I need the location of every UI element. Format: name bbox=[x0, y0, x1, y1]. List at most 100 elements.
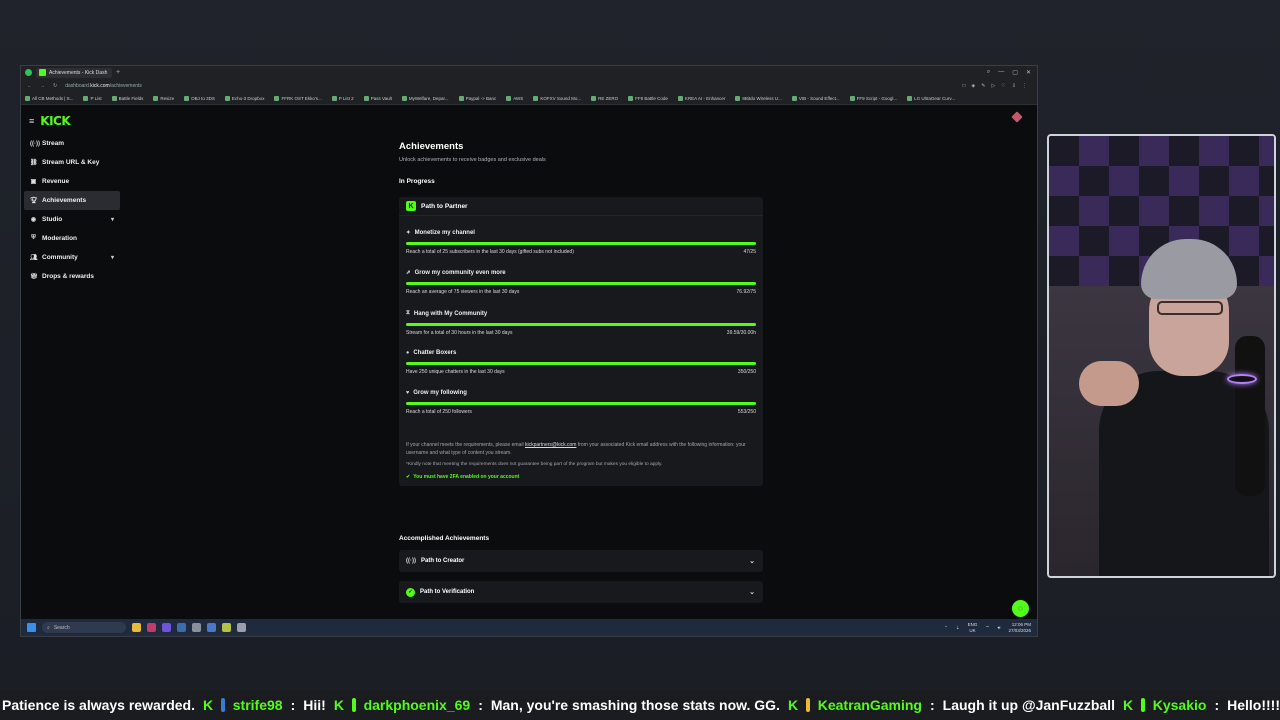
bookmark-item[interactable]: RE ZERO bbox=[591, 96, 618, 101]
chat-username[interactable]: strife98 bbox=[233, 697, 283, 713]
url-field[interactable]: dashboard.kick.com/achievements bbox=[65, 83, 142, 89]
download-icon[interactable]: ⇩ bbox=[1012, 83, 1016, 89]
bookmark-item[interactable]: VIB - Sound Effect... bbox=[791, 96, 840, 101]
kick-logo[interactable]: KICK bbox=[40, 114, 70, 128]
bookmark-item[interactable]: Resize bbox=[153, 96, 174, 101]
volume-icon[interactable]: 🔊︎ bbox=[998, 625, 1001, 630]
partner-email-link[interactable]: kickpartners@kick.com bbox=[525, 442, 576, 448]
hamburger-menu-icon[interactable]: ≡ bbox=[29, 116, 34, 126]
bookmark-item[interactable]: P List 2 bbox=[331, 96, 354, 101]
bookmark-item[interactable]: Paypal -> Banc bbox=[458, 96, 496, 101]
browser-window: Achievements - Kick Dash + ⌕ — ▢ ✕ ← → ↻… bbox=[20, 65, 1038, 637]
obs-icon[interactable] bbox=[192, 623, 201, 632]
bookmark-star-icon[interactable]: ♡ bbox=[1001, 83, 1005, 89]
bookmark-item[interactable]: FFRK OST Ekko's... bbox=[274, 96, 322, 101]
reload-icon[interactable]: ↻ bbox=[53, 83, 57, 89]
settings-icon[interactable] bbox=[237, 623, 246, 632]
path-to-creator-accordion[interactable]: ((·)) Path to Creator ⌄ bbox=[399, 550, 763, 572]
bookmark-favicon-icon bbox=[153, 96, 159, 101]
bookmark-item[interactable]: P List bbox=[83, 96, 102, 101]
menu-icon[interactable]: ⋮ bbox=[1022, 83, 1027, 89]
sidebar-item-studio[interactable]: ◉ Studio ▾ bbox=[24, 210, 120, 229]
checkmark-icon: ✔ bbox=[406, 474, 411, 480]
chevron-up-icon[interactable]: ⌃ bbox=[944, 625, 948, 631]
sidebar-item-drops-rewards[interactable]: 🎁︎ Drops & rewards bbox=[24, 267, 120, 286]
kick-separator-icon: K bbox=[333, 697, 344, 713]
tab-achievements[interactable]: Achievements - Kick Dash bbox=[36, 67, 112, 78]
system-tray: ⌃ ⇣ ENG UK ⌔ 🔊︎ 12:06 PM 27/03/2026 bbox=[944, 622, 1037, 633]
address-bar: ← → ↻ dashboard.kick.com/achievements □ … bbox=[21, 79, 1037, 93]
sidebar-item-stream-url-key[interactable]: ⛓ Stream URL & Key bbox=[24, 153, 120, 172]
bookmark-item[interactable]: OBJ to 3DS bbox=[184, 96, 215, 101]
taskbar-search[interactable]: ⌕ Search bbox=[42, 622, 126, 633]
extension-icon[interactable]: □ bbox=[962, 83, 965, 89]
bookmark-item[interactable]: LG UltraGear Curv... bbox=[907, 96, 955, 101]
bookmark-item[interactable]: MyWelfare, Depar... bbox=[401, 96, 449, 101]
extension-icon[interactable]: ▷ bbox=[991, 83, 995, 89]
tab-strip: Achievements - Kick Dash + ⌕ — ▢ ✕ bbox=[21, 66, 1037, 79]
partner-disclaimer: *Kindly note that meeting the requiremen… bbox=[406, 462, 663, 467]
kick-separator-icon: K bbox=[203, 697, 214, 713]
notepad-icon[interactable] bbox=[222, 623, 231, 632]
help-chat-button[interactable]: ◌ bbox=[1012, 600, 1029, 617]
bookmark-favicon-icon bbox=[591, 96, 597, 101]
trophy-icon: 🏆︎ bbox=[30, 198, 38, 204]
bookmark-item[interactable]: KOFXV Sound Mo... bbox=[533, 96, 581, 101]
wallet-icon: ▣ bbox=[30, 179, 37, 185]
close-icon[interactable]: ✕ bbox=[1026, 69, 1031, 76]
bookmark-favicon-icon bbox=[628, 96, 634, 101]
bookmark-favicon-icon bbox=[111, 96, 117, 101]
app-icon[interactable] bbox=[147, 623, 156, 632]
bookmark-item[interactable]: FF9 Script - Googl... bbox=[849, 96, 897, 101]
network-icon[interactable]: ⌔ bbox=[985, 625, 989, 631]
path-to-verification-accordion[interactable]: ✓ Path to Verification ⌄ bbox=[399, 581, 763, 603]
bookmark-item[interactable]: KREA AI - Enhancer bbox=[677, 96, 725, 101]
kick-k-icon: K bbox=[406, 201, 416, 211]
user-avatar[interactable] bbox=[1011, 111, 1023, 123]
app-icon[interactable] bbox=[207, 623, 216, 632]
back-icon[interactable]: ← bbox=[27, 83, 32, 89]
taskbar-clock[interactable]: 12:06 PM 27/03/2026 bbox=[1008, 622, 1031, 633]
discord-icon[interactable] bbox=[162, 623, 171, 632]
sidebar-item-stream[interactable]: ((·)) Stream bbox=[24, 134, 120, 153]
chat-bubble-icon: ● bbox=[406, 350, 410, 356]
bookmark-item[interactable]: 8Bitdo Wireless U... bbox=[735, 96, 782, 101]
minimize-icon[interactable]: — bbox=[998, 69, 1004, 76]
sidebar-item-moderation[interactable]: ⛨ Moderation bbox=[24, 229, 120, 248]
shield-icon: ⛨ bbox=[31, 235, 36, 241]
extension-icon[interactable]: ◈ bbox=[971, 83, 975, 89]
usb-icon[interactable]: ⇣ bbox=[956, 625, 960, 631]
bookmark-item[interactable]: FF8 Battle Code bbox=[628, 96, 668, 101]
forward-icon[interactable]: → bbox=[40, 83, 45, 89]
bookmark-favicon-icon bbox=[224, 96, 230, 101]
chat-username[interactable]: Kysakio bbox=[1153, 697, 1207, 713]
bookmark-item[interactable]: Pass Vault bbox=[363, 96, 392, 101]
bookmark-favicon-icon bbox=[184, 96, 190, 101]
new-tab-icon[interactable]: + bbox=[116, 69, 120, 76]
chat-username[interactable]: KeatranGaming bbox=[818, 697, 922, 713]
sidebar-item-community[interactable]: 👥︎ Community ▾ bbox=[24, 248, 120, 267]
windows-start-icon[interactable] bbox=[27, 623, 36, 632]
chat-badge-icon bbox=[1141, 698, 1145, 712]
extension-icon[interactable]: ✎ bbox=[981, 83, 985, 89]
bookmark-favicon-icon bbox=[458, 96, 464, 101]
chat-username[interactable]: darkphoenix_69 bbox=[364, 697, 471, 713]
chat-colon: : bbox=[478, 697, 483, 713]
language-indicator[interactable]: ENG UK bbox=[968, 622, 978, 633]
bookmark-item[interactable]: Battle Fields bbox=[111, 96, 143, 101]
path-to-partner-header: K Path to Partner bbox=[399, 197, 763, 216]
sidebar-item-achievements[interactable]: 🏆︎ Achievements bbox=[24, 191, 120, 210]
header-logo: ≡ KICK bbox=[29, 114, 71, 128]
bookmark-item[interactable]: All CB Methods | S... bbox=[25, 96, 73, 101]
steam-icon[interactable] bbox=[177, 623, 186, 632]
broadcast-icon: ((·)) bbox=[30, 140, 40, 147]
bookmark-item[interactable]: Echo-3 Dropbox bbox=[224, 96, 264, 101]
maximize-icon[interactable]: ▢ bbox=[1012, 69, 1018, 76]
progress-bar bbox=[406, 242, 756, 245]
chat-message: Patience is always rewarded. bbox=[2, 697, 195, 713]
search-tabs-icon[interactable]: ⌕ bbox=[987, 69, 990, 76]
requirement-chatter-boxers: ● Chatter Boxers Have 250 unique chatters… bbox=[406, 350, 756, 375]
sidebar-item-revenue[interactable]: ▣ Revenue bbox=[24, 172, 120, 191]
file-explorer-icon[interactable] bbox=[132, 623, 141, 632]
bookmark-item[interactable]: AWS bbox=[506, 96, 523, 101]
